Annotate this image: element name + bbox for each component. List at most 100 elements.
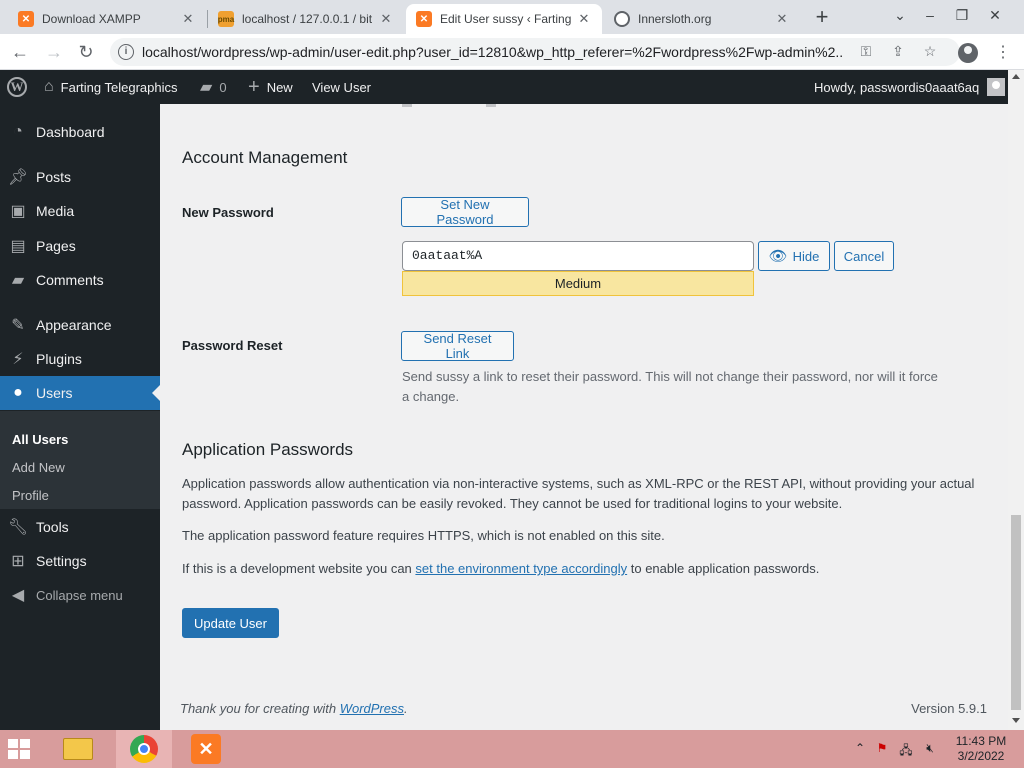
taskbar-file-explorer[interactable] bbox=[54, 730, 102, 768]
close-icon[interactable]: ✕ bbox=[576, 11, 592, 27]
tab-download-xampp[interactable]: ✕ Download XAMPP ✕ bbox=[8, 4, 206, 34]
forward-arrow-icon[interactable]: → bbox=[42, 40, 66, 64]
url-text[interactable]: localhost/wordpress/wp-admin/user-edit.p… bbox=[142, 44, 842, 60]
sidebar-item-label: Appearance bbox=[36, 317, 112, 333]
media-icon: ▣ bbox=[10, 203, 26, 220]
show-hidden-icons-chevron-icon[interactable]: ⌃ bbox=[852, 741, 868, 757]
tab-edit-user[interactable]: ✕ Edit User sussy ‹ Farting ✕ bbox=[406, 4, 602, 34]
sidebar-item-appearance[interactable]: ✎ Appearance bbox=[0, 308, 160, 342]
collapse-icon: ◀︎ bbox=[11, 587, 25, 604]
tab-title: localhost / 127.0.0.1 / bit bbox=[242, 12, 373, 26]
sidebar-item-dashboard[interactable]: ◔ Dashboard bbox=[0, 115, 160, 149]
xampp-icon: ✕ bbox=[416, 11, 432, 27]
cancel-button[interactable]: Cancel bbox=[834, 241, 894, 271]
address-bar[interactable]: i localhost/wordpress/wp-admin/user-edit… bbox=[110, 38, 960, 66]
action-center-flag-icon[interactable]: ⚑ bbox=[874, 741, 890, 757]
bookmark-star-icon[interactable]: ☆ bbox=[920, 43, 940, 61]
new-tab-button[interactable]: + bbox=[810, 6, 834, 30]
admin-sidebar: ◔ Dashboard 📌︎ Posts ▣ Media ▤ Pages ▰ C… bbox=[0, 104, 160, 730]
my-account-link[interactable]: Howdy, passwordis0aaat6aq bbox=[814, 70, 1006, 104]
update-user-button[interactable]: Update User bbox=[182, 608, 279, 638]
site-name-link[interactable]: ⌂ Farting Telegraphics bbox=[44, 70, 178, 104]
kebab-menu-icon[interactable]: ⋮ bbox=[992, 42, 1014, 64]
send-reset-link-button[interactable]: Send Reset Link bbox=[401, 331, 514, 361]
tab-search-chevron-icon[interactable]: ⌄ bbox=[885, 4, 915, 26]
password-input[interactable]: 0aataat%A bbox=[402, 241, 754, 271]
sidebar-item-pages[interactable]: ▤ Pages bbox=[0, 229, 160, 263]
new-content-link[interactable]: + New bbox=[248, 70, 293, 104]
close-window-icon[interactable]: ✕ bbox=[980, 4, 1010, 26]
scroll-up-arrow-icon[interactable] bbox=[1012, 74, 1020, 79]
plug-icon: ⚡︎ bbox=[12, 351, 24, 368]
sidebar-item-tools[interactable]: 🔧︎ Tools bbox=[0, 510, 160, 544]
close-icon[interactable]: ✕ bbox=[378, 11, 394, 27]
back-arrow-icon[interactable]: ← bbox=[8, 40, 32, 64]
sidebar-item-label: Posts bbox=[36, 169, 72, 185]
sidebar-item-label: Pages bbox=[36, 238, 76, 254]
volume-muted-icon[interactable]: 🔇︎ bbox=[922, 741, 938, 757]
environment-type-link[interactable]: set the environment type accordingly bbox=[415, 561, 627, 576]
comment-icon: ▰ bbox=[11, 272, 25, 289]
wordpress-logo-icon[interactable]: W bbox=[7, 77, 27, 97]
submenu-profile[interactable]: Profile bbox=[12, 488, 49, 503]
info-icon[interactable]: i bbox=[118, 44, 134, 60]
tab-phpmyadmin[interactable]: pma localhost / 127.0.0.1 / bit ✕ bbox=[208, 4, 404, 34]
sidebar-item-label: Tools bbox=[36, 519, 69, 535]
comments-link[interactable]: ▰ 0 bbox=[200, 70, 227, 104]
sidebar-item-label: Plugins bbox=[36, 351, 82, 367]
sidebar-item-media[interactable]: ▣ Media bbox=[0, 194, 160, 228]
taskbar-xampp[interactable]: ✕ bbox=[178, 730, 234, 768]
browser-tab-strip: ✕ Download XAMPP ✕ pma localhost / 127.0… bbox=[0, 0, 1024, 34]
globe-icon bbox=[614, 11, 630, 27]
minimize-icon[interactable]: – bbox=[915, 4, 945, 26]
restore-icon[interactable]: ❐ bbox=[947, 4, 977, 26]
submenu-add-new[interactable]: Add New bbox=[12, 460, 65, 475]
footer-text: . bbox=[404, 701, 408, 716]
xampp-icon: ✕ bbox=[18, 11, 34, 27]
view-user-link[interactable]: View User bbox=[312, 70, 371, 104]
tab-innersloth[interactable]: Innersloth.org ✕ bbox=[604, 4, 800, 34]
brush-icon: ✎ bbox=[11, 317, 25, 334]
comments-count: 0 bbox=[219, 79, 227, 95]
wp-version: Version 5.9.1 bbox=[911, 701, 987, 716]
new-password-label: New Password bbox=[182, 205, 274, 220]
eye-slash-icon: 👁︎ bbox=[768, 248, 788, 265]
sidebar-item-label: Settings bbox=[36, 553, 87, 569]
sidebar-item-users[interactable]: ● Users bbox=[0, 376, 160, 410]
paragraph-line: password. Application passwords can be e… bbox=[182, 496, 843, 511]
close-icon[interactable]: ✕ bbox=[774, 11, 790, 27]
collapse-menu-button[interactable]: ◀︎ Collapse menu bbox=[0, 578, 160, 612]
submenu-all-users[interactable]: All Users bbox=[12, 432, 68, 447]
scroll-down-arrow-icon[interactable] bbox=[1012, 718, 1020, 723]
folder-icon bbox=[63, 738, 93, 760]
share-icon[interactable]: ⇪ bbox=[888, 43, 908, 61]
key-icon[interactable]: ⚿ bbox=[856, 43, 876, 61]
sidebar-item-settings[interactable]: ⊞ Settings bbox=[0, 544, 160, 578]
footer-thanks: Thank you for creating with WordPress. bbox=[180, 701, 408, 716]
sidebar-item-plugins[interactable]: ⚡︎ Plugins bbox=[0, 342, 160, 376]
sidebar-item-label: Users bbox=[36, 385, 73, 401]
scrollbar-thumb[interactable] bbox=[1011, 515, 1021, 710]
set-new-password-button[interactable]: Set New Password bbox=[401, 197, 529, 227]
sidebar-item-comments[interactable]: ▰ Comments bbox=[0, 263, 160, 297]
reload-icon[interactable]: ↻ bbox=[74, 40, 98, 64]
taskbar-chrome[interactable] bbox=[116, 730, 172, 768]
page-scrollbar[interactable] bbox=[1008, 70, 1024, 730]
start-button[interactable] bbox=[0, 730, 48, 768]
profile-avatar-icon[interactable] bbox=[958, 43, 978, 63]
pages-icon: ▤ bbox=[10, 238, 26, 255]
wordpress-link[interactable]: WordPress bbox=[340, 701, 404, 716]
chrome-icon bbox=[130, 735, 158, 763]
hide-password-button[interactable]: 👁︎ Hide bbox=[758, 241, 830, 271]
taskbar-clock[interactable]: 11:43 PM 3/2/2022 bbox=[946, 734, 1016, 764]
sidebar-item-label: Dashboard bbox=[36, 124, 105, 140]
main-content: Account Management New Password Set New … bbox=[160, 104, 1008, 730]
howdy-text: Howdy, passwordis0aaat6aq bbox=[814, 79, 980, 95]
notice-text: to enable application passwords. bbox=[627, 561, 820, 576]
home-icon: ⌂ bbox=[44, 78, 54, 95]
network-icon[interactable]: 🖧︎ bbox=[898, 741, 914, 757]
prior-section-edge bbox=[486, 104, 496, 107]
user-icon: ● bbox=[13, 384, 23, 401]
sidebar-item-posts[interactable]: 📌︎ Posts bbox=[0, 160, 160, 194]
close-icon[interactable]: ✕ bbox=[180, 11, 196, 27]
